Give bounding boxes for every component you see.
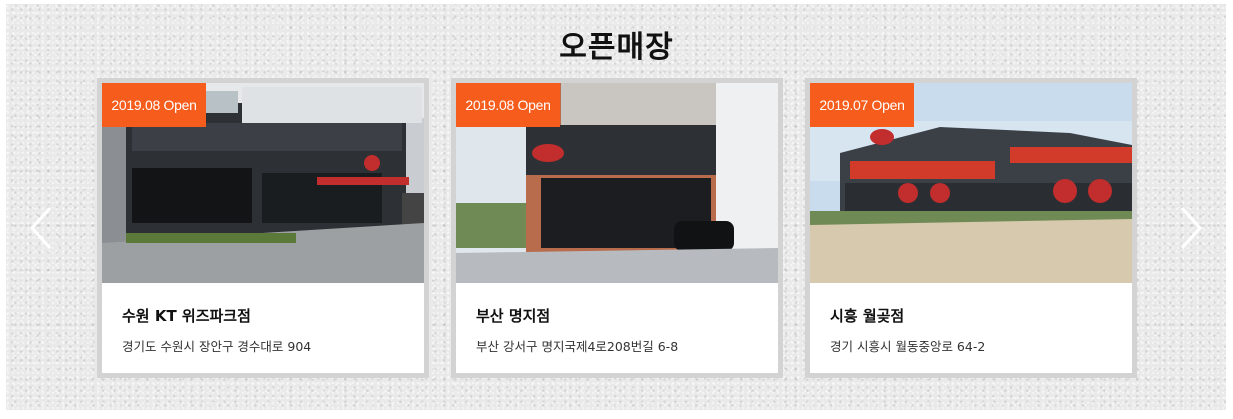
open-date-badge: 2019.08 Open <box>102 83 206 127</box>
store-card[interactable]: 2019.08 Open 부산 명지점 부산 강서구 명지국제4로208번길 6… <box>451 78 783 378</box>
store-address: 경기 시흥시 월동중앙로 64-2 <box>830 339 986 354</box>
section-title: 오픈매장 <box>559 30 674 65</box>
carousel-next-button[interactable] <box>1178 206 1204 250</box>
store-address: 부산 강서구 명지국제4로208번길 6-8 <box>476 339 679 354</box>
open-date-badge: 2019.07 Open <box>810 83 914 127</box>
store-card[interactable]: 2019.08 Open 수원 KT 위즈파크점 경기도 수원시 장안구 경수대… <box>97 78 429 378</box>
store-name[interactable]: 시흥 월곶점 <box>830 305 904 326</box>
chevron-right-icon <box>1180 206 1203 250</box>
store-name[interactable]: 부산 명지점 <box>476 305 550 326</box>
store-name[interactable]: 수원 KT 위즈파크점 <box>122 305 251 326</box>
store-card[interactable]: 2019.07 Open 시흥 월곶점 경기 시흥시 월동중앙로 64-2 <box>805 78 1137 378</box>
store-address: 경기도 수원시 장안구 경수대로 904 <box>122 339 312 354</box>
open-date-badge: 2019.08 Open <box>456 83 560 127</box>
carousel-prev-button[interactable] <box>28 206 54 250</box>
chevron-left-icon <box>29 206 52 250</box>
